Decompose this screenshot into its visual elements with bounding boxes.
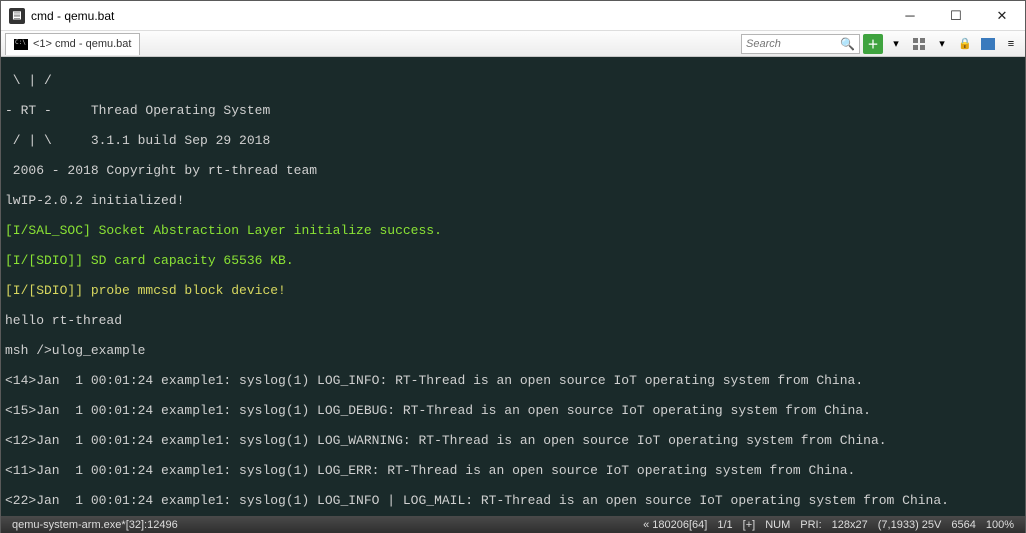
term-line: - RT - Thread Operating System [5, 103, 1021, 118]
term-line: [I/[SDIO]] probe mmcsd block device! [5, 283, 1021, 298]
status-seg: NUM [760, 519, 795, 531]
term-line: <15>Jan 1 00:01:24 example1: syslog(1) L… [5, 403, 1021, 418]
app-icon: ▤ [9, 8, 25, 24]
layout-button[interactable] [978, 34, 998, 54]
term-line: 2006 - 2018 Copyright by rt-thread team [5, 163, 1021, 178]
term-line: <22>Jan 1 00:01:24 example1: syslog(1) L… [5, 493, 1021, 508]
tab-label: <1> cmd - qemu.bat [33, 38, 131, 50]
window-title: cmd - qemu.bat [31, 9, 887, 23]
tab-1[interactable]: <1> cmd - qemu.bat [5, 33, 140, 55]
term-line: [I/[SDIO]] SD card capacity 65536 KB. [5, 253, 1021, 268]
status-seg: (7,1933) 25V [873, 519, 947, 531]
status-seg: 100% [981, 519, 1019, 531]
term-line: / | \ 3.1.1 build Sep 29 2018 [5, 133, 1021, 148]
statusbar: qemu-system-arm.exe*[32]:12496 « 180206[… [1, 516, 1025, 533]
menu-button[interactable]: ≡ [1001, 34, 1021, 54]
status-seg: PRI: [795, 519, 826, 531]
status-seg: 6564 [946, 519, 980, 531]
terminal-output[interactable]: \ | / - RT - Thread Operating System / |… [1, 57, 1025, 516]
status-seg: [+] [738, 519, 761, 531]
status-seg: 128x27 [827, 519, 873, 531]
term-line: msh />ulog_example [5, 343, 1021, 358]
status-process: qemu-system-arm.exe*[32]:12496 [7, 519, 183, 531]
search-input[interactable] [746, 38, 836, 50]
term-line: <12>Jan 1 00:01:24 example1: syslog(1) L… [5, 433, 1021, 448]
status-seg: « 180206[64] [638, 519, 712, 531]
search-icon[interactable]: 🔍 [836, 37, 855, 51]
close-button[interactable]: ✕ [979, 1, 1025, 31]
maximize-button[interactable]: ☐ [933, 1, 979, 31]
term-line: hello rt-thread [5, 313, 1021, 328]
add-tab-button[interactable]: ＋ [863, 34, 883, 54]
cmd-icon [14, 39, 28, 50]
term-line: <11>Jan 1 00:01:24 example1: syslog(1) L… [5, 463, 1021, 478]
lock-icon[interactable]: 🔒 [955, 34, 975, 54]
toolbar: <1> cmd - qemu.bat 🔍 ＋ ▾ ▾ 🔒 ≡ [1, 31, 1025, 57]
term-line: <14>Jan 1 00:01:24 example1: syslog(1) L… [5, 373, 1021, 388]
search-box[interactable]: 🔍 [741, 34, 860, 54]
term-line: lwIP-2.0.2 initialized! [5, 193, 1021, 208]
minimize-button[interactable]: ─ [887, 1, 933, 31]
grid-button[interactable] [909, 34, 929, 54]
term-line: [I/SAL_SOC] Socket Abstraction Layer ini… [5, 223, 1021, 238]
dropdown-button[interactable]: ▾ [886, 34, 906, 54]
titlebar: ▤ cmd - qemu.bat ─ ☐ ✕ [1, 1, 1025, 31]
status-seg: 1/1 [712, 519, 737, 531]
dropdown2-button[interactable]: ▾ [932, 34, 952, 54]
term-line: \ | / [5, 73, 1021, 88]
